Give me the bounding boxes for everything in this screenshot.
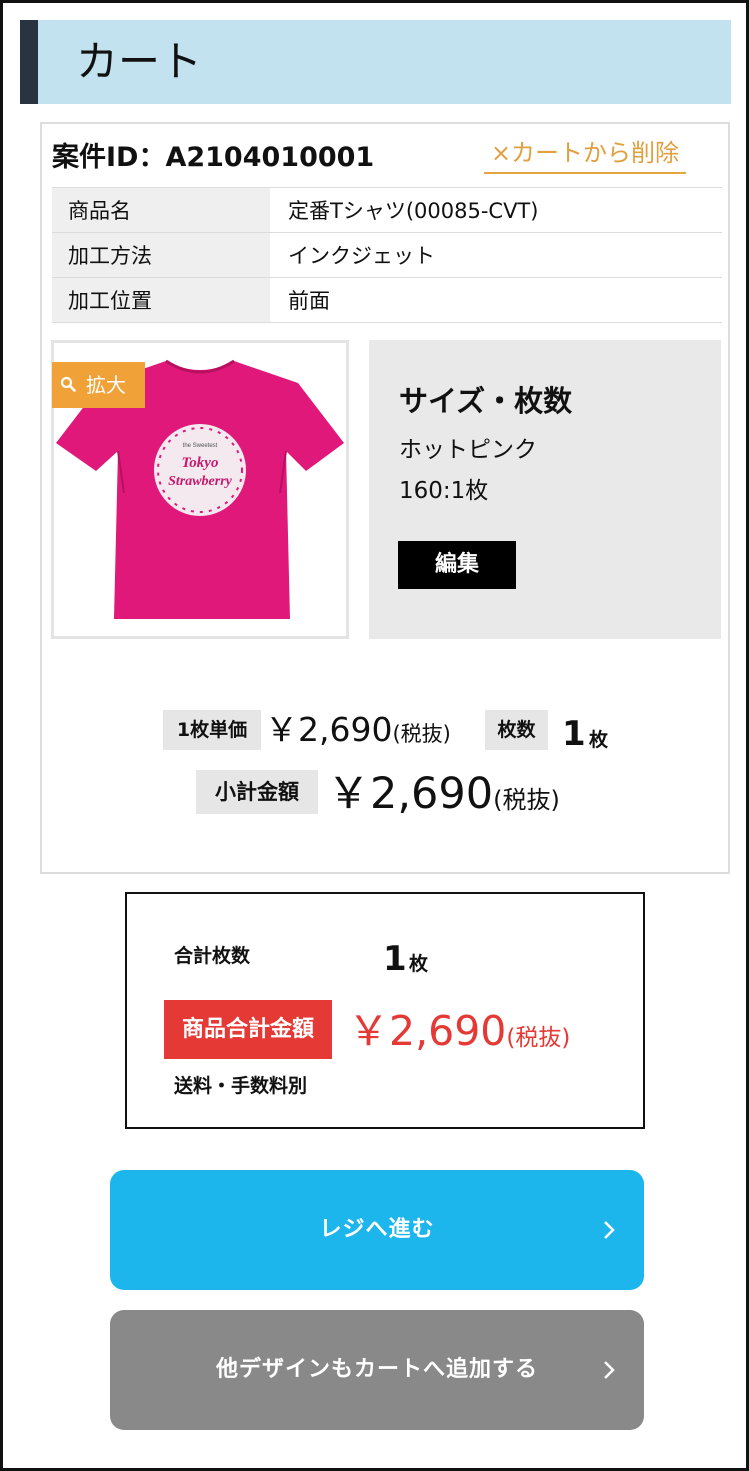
page-header: カート [20,20,731,104]
size-quantity: 160:1枚 [399,478,489,504]
subtotal-label: 小計金額 [196,770,318,814]
zoom-label: 拡大 [86,373,126,397]
quantity-unit: 枚 [589,729,609,751]
spec-label-position: 加工位置 [52,277,270,323]
unit-price-value: ￥2,690 [265,710,393,749]
subtotal-value: ￥2,690 [327,769,494,819]
total-amount-label: 商品合計金額 [164,1000,332,1059]
total-quantity-label: 合計枚数 [174,945,251,967]
spec-label-method: 加工方法 [52,232,270,278]
unit-price: ￥2,690(税抜) [265,710,451,754]
total-amount-value: ￥2,690 [348,1007,507,1055]
checkout-button[interactable]: レジへ進む [110,1170,644,1290]
spec-label-product-name: 商品名 [52,187,270,233]
add-other-design-button[interactable]: 他デザインもカートへ追加する [110,1310,644,1430]
search-icon [60,376,76,392]
print-text-strawberry: Strawberry [168,474,233,489]
total-amount-tax-note: (税抜) [506,1025,571,1051]
spec-value-product-name: 定番Tシャツ(00085-CVT) [270,187,722,233]
page-title: カート [76,37,203,86]
total-quantity-value: 1 [383,939,407,979]
remove-from-cart-link[interactable]: ×カートから削除 [484,138,686,174]
page-frame: カート 案件ID：A2104010001 ×カートから削除 商品名 定番Tシャツ… [0,0,749,1471]
cart-item-card: 案件ID：A2104010001 ×カートから削除 商品名 定番Tシャツ(000… [40,122,730,874]
spec-row: 加工方法 インクジェット [52,232,722,278]
order-summary: 合計枚数 1 枚 商品合計金額 ￥2,690(税抜) 送料・手数料別 [125,892,645,1129]
print-text-tokyo: Tokyo [182,455,219,471]
spec-table: 商品名 定番Tシャツ(00085-CVT) 加工方法 インクジェット 加工位置 … [52,187,722,323]
subtotal: ￥2,690(税抜) [327,769,560,825]
unit-price-tax-note: (税抜) [392,722,451,746]
spec-row: 加工位置 前面 [52,277,722,323]
spec-value-position: 前面 [270,277,722,323]
size-color: ホットピンク [399,437,537,463]
quantity-value: 1 [562,714,586,754]
chevron-right-icon [604,1221,615,1239]
total-amount: ￥2,690(税抜) [348,1007,570,1062]
size-heading: サイズ・枚数 [399,384,573,418]
zoom-button[interactable]: 拡大 [52,362,145,408]
shipping-note: 送料・手数料別 [174,1075,308,1097]
unit-price-label: 1枚単価 [163,710,261,750]
case-id: 案件ID：A2104010001 [52,142,375,173]
quantity-label: 枚数 [485,710,548,750]
spec-row: 商品名 定番Tシャツ(00085-CVT) [52,187,722,233]
add-other-design-button-label: 他デザインもカートへ追加する [215,1357,538,1382]
checkout-button-label: レジへ進む [319,1217,435,1242]
spec-value-method: インクジェット [270,232,722,278]
subtotal-tax-note: (税抜) [493,786,560,814]
chevron-right-icon [604,1361,615,1379]
edit-button[interactable]: 編集 [398,541,516,589]
size-quantity-panel: サイズ・枚数 ホットピンク 160:1枚 編集 [369,340,721,639]
print-text-small: the Sweetest [183,443,218,449]
total-quantity-unit: 枚 [409,953,429,975]
